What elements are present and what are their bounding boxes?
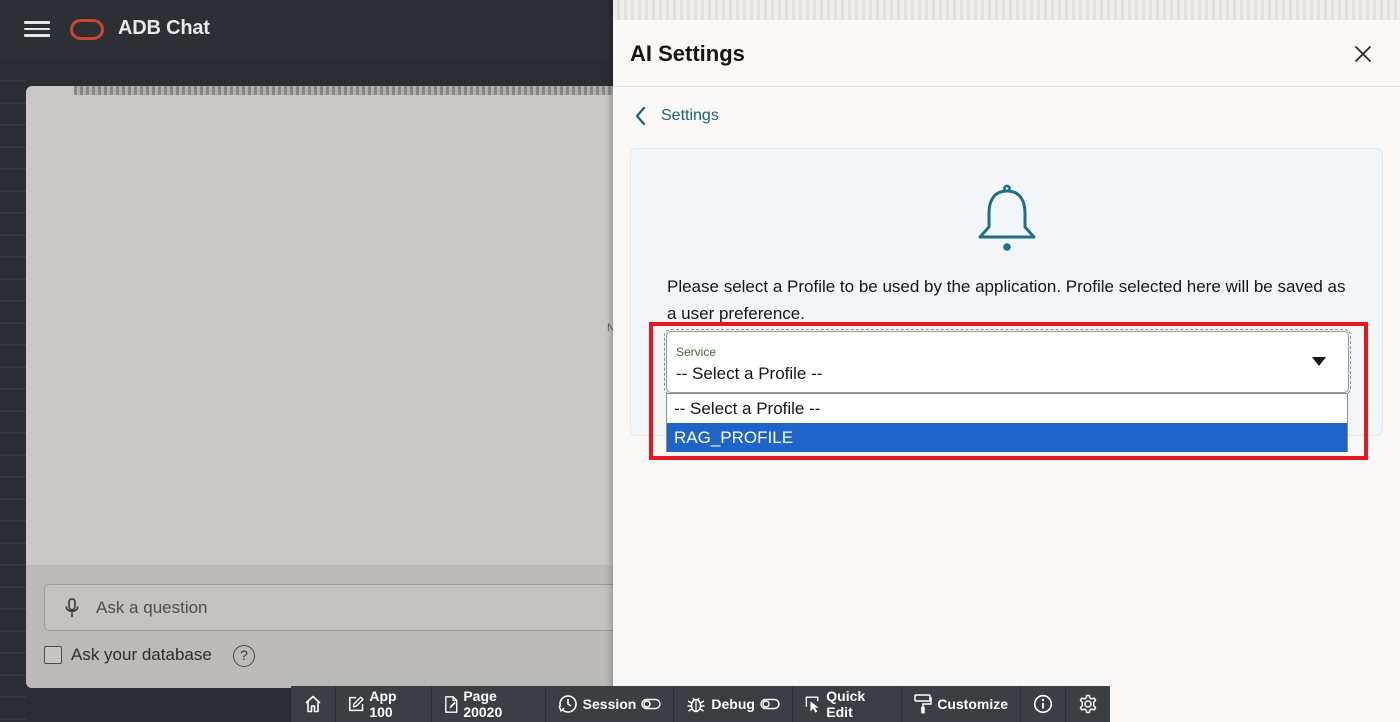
profile-message: Please select a Profile to be used by th… <box>667 277 1346 323</box>
home-icon <box>305 695 321 713</box>
toggle-icon <box>641 698 662 710</box>
bell-icon <box>978 184 1036 251</box>
close-icon[interactable] <box>1351 42 1375 66</box>
chevron-left-icon <box>635 106 646 126</box>
service-label: Service <box>676 345 717 359</box>
dev-app-label: App 100 <box>369 688 397 720</box>
ask-question-placeholder: Ask a question <box>96 598 208 617</box>
dropdown-option-select-profile[interactable]: -- Select a Profile -- <box>667 394 1347 423</box>
page-edge <box>0 60 26 722</box>
page-edit-icon <box>444 695 458 713</box>
ask-database-checkbox[interactable] <box>44 646 62 664</box>
back-to-settings-link[interactable]: Settings <box>633 105 719 127</box>
drawer-top-strip <box>613 0 1400 20</box>
help-icon[interactable]: ? <box>233 645 255 667</box>
ask-question-input[interactable]: Ask a question <box>44 584 624 631</box>
dev-info-button[interactable] <box>1021 686 1066 722</box>
session-icon <box>558 695 577 713</box>
service-select-value: -- Select a Profile -- <box>676 364 823 383</box>
dev-session-button[interactable]: Session <box>546 686 675 722</box>
ask-database-label: Ask your database <box>71 645 212 664</box>
paint-roller-icon <box>914 694 932 714</box>
gear-icon <box>1079 694 1097 714</box>
developer-toolbar: App 100 Page 20020 Session Debug Quick E… <box>291 686 1110 722</box>
dev-quick-edit-label: Quick Edit <box>826 688 866 720</box>
edit-icon <box>349 696 364 712</box>
dev-debug-button[interactable]: Debug <box>674 686 793 722</box>
dev-page-button[interactable]: Page 20020 <box>432 686 546 722</box>
microphone-icon[interactable] <box>65 598 79 618</box>
dev-home-button[interactable] <box>291 686 336 722</box>
drawer-title: AI Settings <box>630 41 745 66</box>
toggle-icon <box>760 698 780 710</box>
dev-settings-button[interactable] <box>1066 686 1110 722</box>
oracle-logo <box>70 19 104 40</box>
chat-header-image <box>74 86 614 95</box>
service-profile-select[interactable]: Service -- Select a Profile -- <box>664 329 1351 395</box>
dropdown-option-rag-profile[interactable]: RAG_PROFILE <box>667 423 1347 452</box>
back-link-label: Settings <box>661 107 719 124</box>
profile-dropdown-list: -- Select a Profile -- RAG_PROFILE <box>666 393 1348 452</box>
caret-down-icon[interactable] <box>1312 357 1326 366</box>
dev-session-label: Session <box>582 696 637 712</box>
hamburger-menu-icon[interactable] <box>24 18 50 40</box>
dev-quick-edit-button[interactable]: Quick Edit <box>793 686 903 722</box>
dev-page-label: Page 20020 <box>463 688 503 720</box>
drawer-header: AI Settings <box>613 20 1400 87</box>
dev-customize-label: Customize <box>937 696 1008 712</box>
info-icon <box>1033 694 1053 714</box>
app-title: ADB Chat <box>118 17 210 39</box>
dev-customize-button[interactable]: Customize <box>902 686 1021 722</box>
quick-edit-icon <box>805 696 819 713</box>
dev-debug-label: Debug <box>711 696 755 712</box>
bug-icon <box>687 697 705 713</box>
dev-app-button[interactable]: App 100 <box>336 686 432 722</box>
ask-database-option[interactable]: Ask your database <box>44 645 212 665</box>
